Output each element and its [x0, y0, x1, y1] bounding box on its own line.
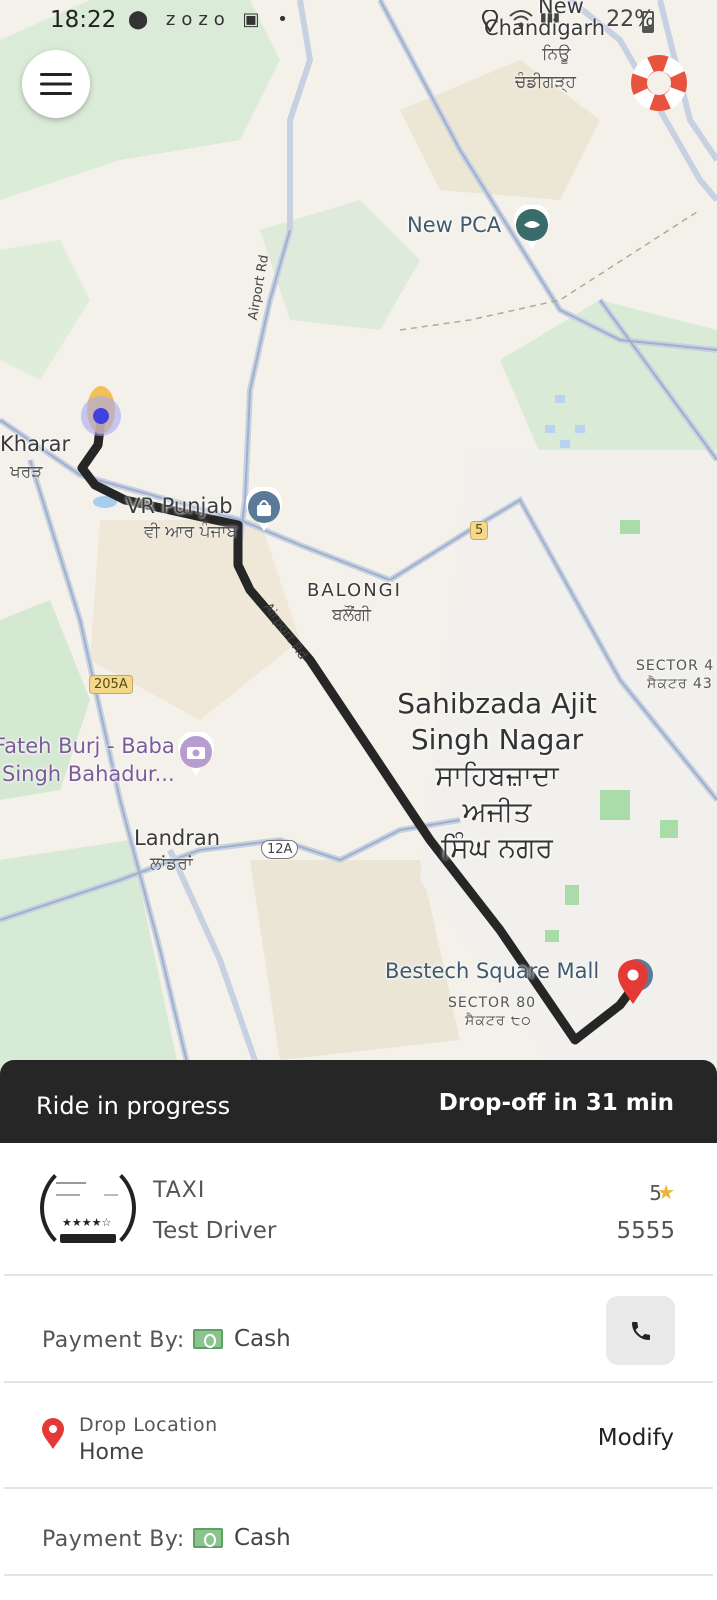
divider: [4, 1487, 713, 1489]
map-label-kharar-pa: ਖਰੜ: [10, 462, 43, 482]
map-label-sas-nagar-1: Sahibzada Ajit: [397, 687, 597, 720]
ride-status-title: Ride in progress: [36, 1092, 231, 1120]
map-label-chandigarh-pa: ਨਿਊ: [542, 44, 571, 64]
divider: [4, 1381, 713, 1383]
modify-drop-button[interactable]: Modify: [598, 1425, 674, 1451]
vehicle-type: TAXI: [153, 1178, 206, 1203]
payment-method: Cash: [234, 1326, 291, 1352]
drop-location-label: Drop Location: [79, 1414, 218, 1436]
lifebuoy-icon[interactable]: [628, 52, 690, 114]
ride-status-header: Ride in progress Drop-off in 31 min: [0, 1060, 717, 1143]
divider: [4, 1574, 713, 1576]
landmark-pin-icon[interactable]: [176, 732, 216, 778]
map-label-sas-nagar-pa1: ਸਾਹਿਬਜ਼ਾਦਾ: [435, 759, 559, 792]
wifi-icon: [508, 8, 534, 34]
map-label-sector80: SECTOR 80: [448, 995, 537, 1011]
map-label-fateh-burj-2: Singh Bahadur...: [2, 762, 175, 786]
status-bar: 18:22 ⬤ zozo ▣ • ▮▮▮ 22%: [0, 0, 717, 44]
map-label-kharar: Kharar: [0, 432, 71, 456]
stadium-pin-icon[interactable]: [512, 205, 552, 251]
location-icon: [481, 9, 499, 36]
destination-pin-icon[interactable]: [615, 958, 651, 1006]
map-label-sas-nagar-pa2: ਅਜੀਤ: [462, 795, 532, 828]
ride-eta: Drop-off in 31 min: [438, 1090, 674, 1116]
map-label-balongi: BALONGI: [307, 580, 402, 601]
status-time: 18:22: [50, 7, 117, 33]
cash-icon: [193, 1329, 223, 1349]
route-shield-12a: 12A: [261, 840, 299, 859]
route-shield-205a: 205A: [89, 675, 133, 694]
status-notification-icons: ⬤ zozo ▣ •: [128, 9, 294, 30]
vehicle-image: ★★★★☆: [40, 1160, 136, 1256]
payment-label: Payment By:: [42, 1328, 185, 1353]
map-label-fateh-burj-1: Fateh Burj - Baba: [0, 734, 175, 758]
map-canvas: [0, 0, 717, 1075]
map-label-vr-punjab: VR Punjab: [126, 494, 233, 518]
cash-icon: [193, 1528, 223, 1548]
map-label-sas-nagar-2: Singh Nagar: [410, 723, 584, 756]
battery-icon: [642, 11, 654, 33]
map-label-landran-pa: ਲਾਂਡਰਾਂ: [150, 854, 193, 874]
payment-label-2: Payment By:: [42, 1527, 185, 1552]
svg-text:★★★★☆: ★★★★☆: [62, 1216, 111, 1229]
route-shield-5: 5: [470, 521, 489, 540]
map-label-bestech: Bestech Square Mall: [385, 959, 600, 983]
map-label-new-pca: New PCA: [407, 213, 502, 237]
map-label-sas-nagar-pa3: ਸਿੰਘ ਨਗਰ: [441, 831, 553, 864]
star-icon: ★: [657, 1180, 675, 1204]
map-label-sector43-pa: ਸੈਕਟਰ 43: [647, 676, 713, 692]
map-label-vr-punjab-pa: ਵੀ ਆਰ ਪੰਜਾਬ: [144, 522, 238, 542]
map-label-sector80-pa: ਸੈਕਟਰ ੮੦: [465, 1013, 532, 1029]
vehicle-plate: 5555: [616, 1218, 675, 1244]
payment-method-2: Cash: [234, 1525, 291, 1551]
map-label-balongi-pa: ਬਲੌਂਗੀ: [332, 605, 372, 625]
map-label-chandigarh-pa2: ਚੰਡੀਗੜ੍ਹ: [515, 72, 576, 92]
hamburger-icon: [40, 73, 72, 95]
map-label-landran: Landran: [134, 826, 221, 850]
menu-button[interactable]: [22, 50, 90, 118]
call-driver-button[interactable]: [606, 1296, 675, 1365]
map-view[interactable]: New Chandigarh ਨਿਊ ਚੰਡੀਗੜ੍ਹ New PCA Khar…: [0, 0, 717, 1075]
signal-icon: ▮▮▮: [540, 10, 560, 24]
map-label-sector43: SECTOR 4: [636, 658, 715, 674]
phone-icon: [631, 1321, 650, 1340]
drop-location-value: Home: [79, 1440, 144, 1465]
location-pin-icon: [42, 1418, 64, 1449]
shopping-pin-icon[interactable]: [244, 487, 284, 533]
divider: [4, 1274, 713, 1276]
driver-name: Test Driver: [153, 1218, 277, 1244]
